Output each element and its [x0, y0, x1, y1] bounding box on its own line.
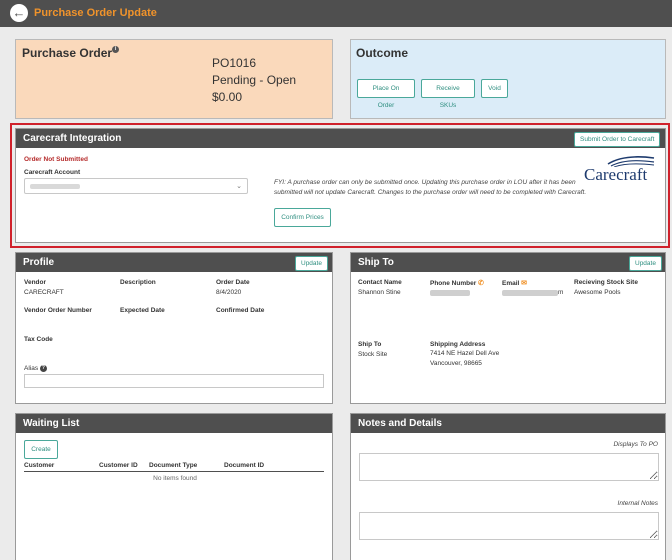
column-header[interactable]: Document Type — [149, 462, 197, 469]
void-button[interactable]: Void — [481, 79, 508, 98]
carecraft-logo-text: Carecraft — [584, 165, 648, 184]
submit-to-carecraft-button[interactable]: Submit Order to Carecraft — [574, 132, 661, 147]
table-header: Customer Customer ID Document Type Docum… — [24, 461, 324, 472]
receive-skus-button[interactable]: Receive SKUs — [421, 79, 475, 109]
carecraft-title: Carecraft Integration — [23, 133, 122, 144]
confirmed-date-label: Confirmed Date — [216, 307, 265, 314]
email-icon[interactable]: ✉ — [521, 280, 527, 287]
confirm-prices-button[interactable]: Confirm Prices — [274, 208, 331, 227]
redacted-email — [502, 290, 558, 296]
column-header[interactable]: Customer ID — [99, 462, 138, 469]
carecraft-account-select[interactable]: ⌄ — [24, 178, 248, 194]
stock-site-value: Awesome Pools — [574, 289, 621, 296]
alias-input[interactable] — [24, 374, 324, 388]
expected-date-label: Expected Date — [120, 307, 165, 314]
internal-notes-label: Internal Notes — [617, 500, 658, 507]
chevron-down-icon: ⌄ — [236, 183, 242, 190]
address-line-1: 7414 NE Hazel Dell Ave — [430, 350, 500, 357]
order-date-value: 8/4/2020 — [216, 289, 242, 296]
vendor-label: Vendor — [24, 279, 47, 286]
outcome-title: Outcome — [356, 46, 409, 60]
waiting-list-title: Waiting List — [23, 418, 80, 429]
redacted-value — [30, 184, 80, 189]
card-header: Ship To Update — [351, 253, 665, 272]
ship-to-label: Ship To — [358, 341, 382, 348]
alias-label: Alias — [24, 365, 39, 372]
info-icon[interactable]: i — [112, 46, 119, 53]
column-header[interactable]: Customer — [24, 462, 54, 469]
carecraft-account-label: Carecraft Account — [24, 169, 81, 176]
order-date-label: Order Date — [216, 279, 250, 286]
description-label: Description — [120, 279, 156, 286]
top-bar: ← Purchase Order Update — [0, 0, 672, 27]
notes-card: Notes and Details Displays To PO Interna… — [350, 413, 666, 560]
profile-update-button[interactable]: Update — [295, 256, 328, 271]
phone-label-text: Phone Number — [430, 280, 477, 287]
phone-number-label: Phone Number ✆ — [430, 279, 484, 287]
phone-icon[interactable]: ✆ — [478, 280, 484, 287]
order-status-message: Order Not Submitted — [24, 156, 88, 163]
card-header: Carecraft Integration Submit Order to Ca… — [16, 129, 665, 148]
ship-to-card: Ship To Update Contact Name Shannon Stin… — [350, 252, 666, 404]
email-suffix: m — [558, 289, 564, 296]
help-icon[interactable]: ? — [39, 365, 47, 372]
fyi-note: FYI: A purchase order can only be submit… — [274, 179, 587, 196]
stock-site-label: Recieving Stock Site — [574, 279, 638, 286]
redacted-phone — [430, 290, 470, 296]
vendor-order-number-label: Vendor Order Number — [24, 307, 92, 314]
place-on-order-button[interactable]: Place On Order — [357, 79, 415, 109]
alias-label-row: Alias ? — [24, 365, 47, 372]
email-label: Email ✉ — [502, 279, 527, 287]
carecraft-integration-card: Carecraft Integration Submit Order to Ca… — [15, 128, 666, 243]
po-notes-label: Displays To PO — [613, 441, 658, 448]
internal-notes-field[interactable] — [359, 512, 659, 540]
profile-title: Profile — [23, 257, 55, 268]
vendor-value: CARECRAFT — [24, 289, 64, 296]
create-button[interactable]: Create — [24, 440, 58, 459]
address-line-2: Vancouver, 98665 — [430, 360, 482, 367]
ship-to-title: Ship To — [358, 257, 394, 268]
card-header: Profile Update — [16, 253, 332, 272]
shipping-address-label: Shipping Address — [430, 341, 486, 348]
empty-message: No items found — [153, 475, 197, 482]
ship-to-update-button[interactable]: Update — [629, 256, 662, 271]
card-header: Waiting List — [16, 414, 332, 433]
notes-title: Notes and Details — [358, 418, 442, 429]
po-amount: $0.00 — [212, 90, 243, 104]
tax-code-label: Tax Code — [24, 336, 53, 343]
contact-name-label: Contact Name — [358, 279, 402, 286]
waiting-list-card: Waiting List Create Customer Customer ID… — [15, 413, 333, 560]
purchase-order-title: Purchase Order — [22, 46, 113, 60]
purchase-order-card: Purchase Order i PO1016 Pending - Open $… — [15, 39, 333, 119]
profile-card: Profile Update Vendor CARECRAFT Descript… — [15, 252, 333, 404]
column-header[interactable]: Document ID — [224, 462, 264, 469]
outcome-card: Outcome Place On Order Receive SKUs Void — [350, 39, 666, 119]
page-title: Purchase Order Update — [34, 7, 157, 19]
po-notes-field[interactable] — [359, 453, 659, 481]
contact-name-value: Shannon Stine — [358, 289, 401, 296]
carecraft-logo: Carecraft — [584, 153, 660, 184]
po-status: Pending - Open — [212, 73, 297, 87]
email-label-text: Email — [502, 280, 520, 287]
card-header: Notes and Details — [351, 414, 665, 433]
po-number: PO1016 — [212, 56, 257, 70]
back-arrow-icon[interactable]: ← — [10, 4, 28, 22]
ship-to-value: Stock Site — [358, 351, 388, 358]
